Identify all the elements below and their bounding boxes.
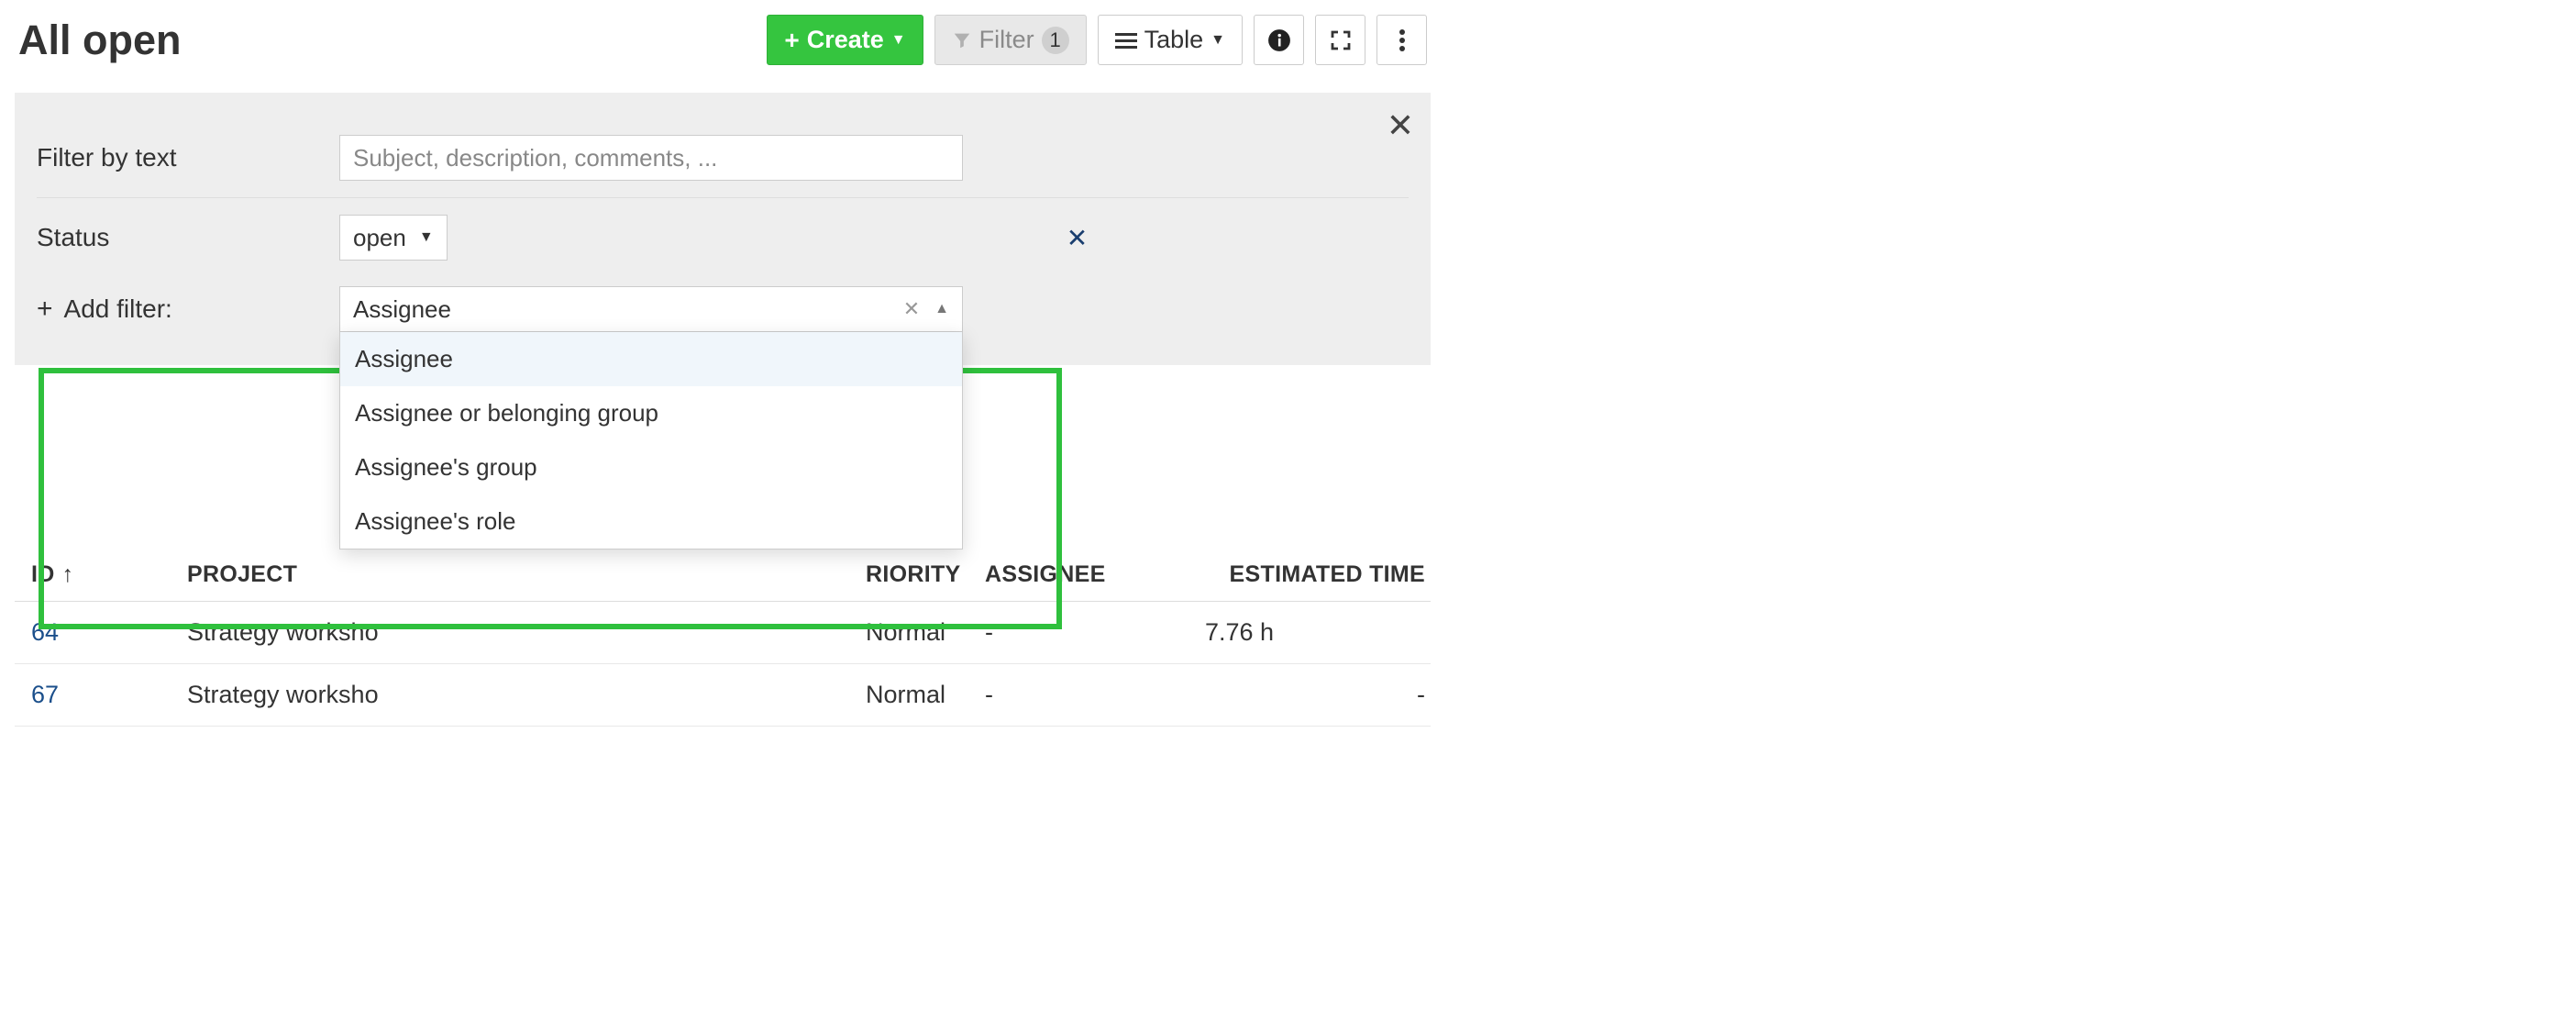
list-lines-icon: [1115, 31, 1137, 50]
expand-icon: [1330, 29, 1352, 51]
row-estimated: -: [1168, 677, 1434, 713]
col-header-assignee-label: ASSIGNEE: [985, 561, 1106, 588]
col-header-id-label: ID: [31, 561, 55, 588]
more-menu-button[interactable]: [1376, 15, 1427, 65]
toolbar: + Create ▼ Filter 1 Table ▼: [767, 15, 1427, 65]
row-priority: Normal: [857, 677, 976, 713]
add-filter-label-text: Add filter:: [64, 294, 172, 324]
filter-row-text: Filter by text: [37, 118, 1409, 197]
view-select-label: Table: [1144, 26, 1204, 54]
status-select-value: open: [353, 224, 406, 252]
work-packages-table: ID ↑ PROJECT RIORITY ASSIGNEE ESTIMATED …: [15, 549, 1431, 727]
filter-text-input[interactable]: [339, 135, 963, 181]
combo-option[interactable]: Assignee's group: [340, 440, 962, 494]
row-assignee: -: [976, 615, 1168, 650]
table-header: ID ↑ PROJECT RIORITY ASSIGNEE ESTIMATED …: [15, 549, 1431, 602]
close-filter-panel-button[interactable]: ✕: [1387, 109, 1414, 142]
caret-down-icon: ▼: [1211, 32, 1225, 49]
filter-status-label: Status: [37, 223, 339, 252]
page-title: All open: [18, 17, 767, 64]
caret-up-icon[interactable]: ▲: [934, 301, 949, 317]
filter-panel: ✕ Filter by text Status open ▼ ✕ + Add f…: [15, 93, 1431, 365]
combo-option[interactable]: Assignee or belonging group: [340, 386, 962, 440]
filter-row-add: + Add filter: Assignee ✕ ▲ Assignee Assi…: [37, 277, 1409, 349]
create-button[interactable]: + Create ▼: [767, 15, 923, 65]
row-priority: Normal: [857, 615, 976, 650]
create-button-label: Create: [807, 26, 884, 54]
add-filter-input[interactable]: Assignee ✕ ▲: [339, 286, 963, 332]
col-header-id[interactable]: ID ↑: [22, 561, 178, 588]
funnel-icon: [952, 30, 972, 50]
combo-option[interactable]: Assignee: [340, 332, 962, 386]
col-header-priority[interactable]: RIORITY: [857, 561, 976, 588]
col-header-project-label: PROJECT: [187, 561, 297, 588]
row-hidden: [471, 629, 857, 637]
row-assignee: -: [976, 677, 1168, 713]
add-filter-label: + Add filter:: [37, 294, 339, 325]
col-header-estimated[interactable]: ESTIMATED TIME: [1168, 561, 1434, 588]
col-header-estimated-label: ESTIMATED TIME: [1230, 561, 1425, 588]
filter-count-badge: 1: [1042, 27, 1069, 54]
row-project: Strategy worksho: [178, 677, 471, 713]
row-estimated: 7.76 h: [1168, 615, 1434, 650]
col-header-assignee[interactable]: ASSIGNEE: [976, 561, 1168, 588]
filter-text-label: Filter by text: [37, 143, 339, 172]
sort-asc-icon: ↑: [62, 561, 74, 588]
caret-down-icon: ▼: [419, 229, 434, 246]
row-hidden: [471, 692, 857, 699]
filter-button-label: Filter: [979, 26, 1034, 54]
row-id-link[interactable]: 67: [22, 677, 178, 713]
add-filter-dropdown: Assignee Assignee or belonging group Ass…: [339, 332, 963, 549]
kebab-icon: [1399, 28, 1406, 52]
info-icon: [1267, 28, 1291, 52]
table-row[interactable]: 64 Strategy worksho Normal - 7.76 h: [15, 602, 1431, 664]
fullscreen-button[interactable]: [1315, 15, 1365, 65]
plus-icon: +: [37, 294, 53, 325]
col-header-project[interactable]: PROJECT: [178, 561, 471, 588]
table-row[interactable]: 67 Strategy worksho Normal - -: [15, 664, 1431, 727]
filter-button[interactable]: Filter 1: [934, 15, 1087, 65]
page-header: All open + Create ▼ Filter 1 Table ▼: [15, 9, 1431, 71]
combo-option[interactable]: Assignee's role: [340, 494, 962, 549]
caret-down-icon: ▼: [891, 32, 906, 49]
add-filter-input-value: Assignee: [353, 295, 903, 324]
view-select-button[interactable]: Table ▼: [1098, 15, 1243, 65]
status-select[interactable]: open ▼: [339, 215, 448, 261]
col-header-priority-label: RIORITY: [866, 561, 961, 588]
remove-status-filter-button[interactable]: ✕: [1057, 223, 1097, 253]
info-button[interactable]: [1254, 15, 1304, 65]
filter-row-status: Status open ▼ ✕: [37, 197, 1409, 277]
row-id-link[interactable]: 64: [22, 615, 178, 650]
row-project: Strategy worksho: [178, 615, 471, 650]
plus-icon: +: [784, 26, 799, 55]
clear-combo-button[interactable]: ✕: [903, 297, 920, 321]
add-filter-combo: Assignee ✕ ▲ Assignee Assignee or belong…: [339, 286, 963, 332]
